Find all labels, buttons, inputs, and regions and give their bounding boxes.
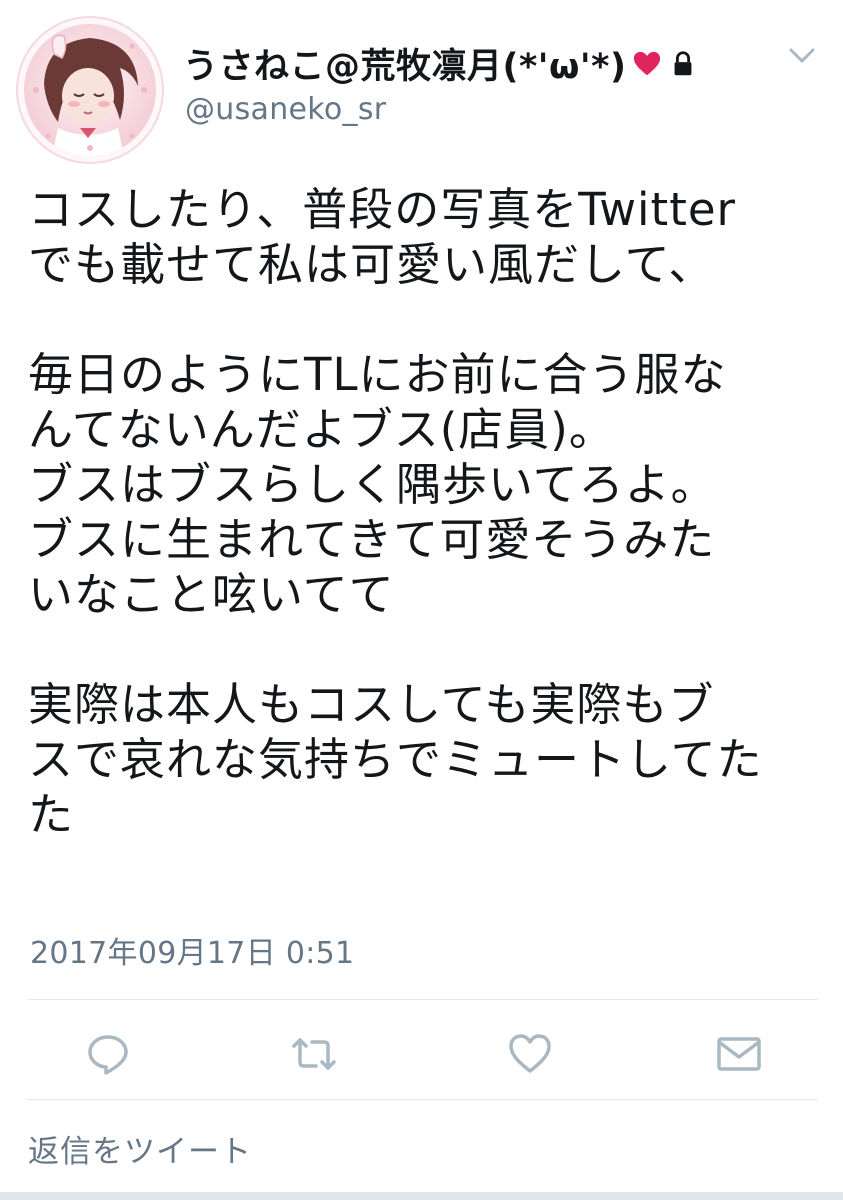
- user-handle[interactable]: @usaneko_sr: [185, 92, 386, 127]
- tweet-line: いなこと呟いてて: [28, 568, 395, 621]
- line-spacer: [28, 292, 818, 347]
- tweet-line: んてないんだよブス(店員)。: [28, 403, 615, 456]
- tweet-line: た: [28, 788, 75, 841]
- envelope-icon: [717, 1037, 761, 1071]
- tweet-line: ブスに生まれてきて可愛そうみた: [28, 513, 716, 566]
- lock-icon: [675, 50, 692, 75]
- tweet-line: 実際は本人もコスしても実際もブ: [28, 678, 715, 731]
- chevron-down-icon[interactable]: [787, 46, 817, 66]
- direct-message-button[interactable]: [711, 1026, 767, 1082]
- retweet-button[interactable]: [286, 1026, 342, 1082]
- retweet-icon: [292, 1038, 336, 1070]
- tweet-card: うさねこ@荒牧凛月(*'ω'*) @usaneko_sr コスしたり、普段の写真…: [0, 0, 843, 1200]
- divider: [28, 1099, 818, 1100]
- tweet-line: ブスはブスらしく隅歩いてろよ。: [28, 458, 717, 511]
- tweet-line: 毎日のようにTLにお前に合う服な: [28, 348, 727, 401]
- tweet-line: でも載せて私は可愛い風だして、: [28, 238, 715, 291]
- action-bar: [0, 1026, 843, 1086]
- tweet-text: コスしたり、普段の写真をTwitter でも載せて私は可愛い風だして、 毎日のよ…: [28, 182, 818, 842]
- reply-button[interactable]: [80, 1026, 136, 1082]
- tweet-line: コスしたり、普段の写真をTwitter: [28, 183, 737, 236]
- avatar-image: [24, 24, 156, 156]
- avatar[interactable]: [24, 24, 156, 156]
- heart-icon: [634, 51, 661, 75]
- tweet-line: スで哀れな気持ちでミュートしてた: [28, 733, 763, 786]
- reply-compose[interactable]: 返信をツイート: [28, 1118, 818, 1178]
- reply-icon: [88, 1035, 128, 1075]
- tweet-timestamp[interactable]: 2017年09月17日 0:51: [30, 928, 354, 972]
- line-spacer: [28, 622, 818, 677]
- heart-outline-icon: [509, 1034, 551, 1073]
- like-button[interactable]: [502, 1026, 558, 1082]
- divider: [28, 999, 818, 1000]
- reply-prompt[interactable]: 返信をツイート: [28, 1126, 252, 1171]
- display-name[interactable]: うさねこ@荒牧凛月(*'ω'*): [183, 38, 626, 89]
- name-row: うさねこ@荒牧凛月(*'ω'*): [183, 38, 698, 89]
- bottom-bar: [0, 1192, 843, 1200]
